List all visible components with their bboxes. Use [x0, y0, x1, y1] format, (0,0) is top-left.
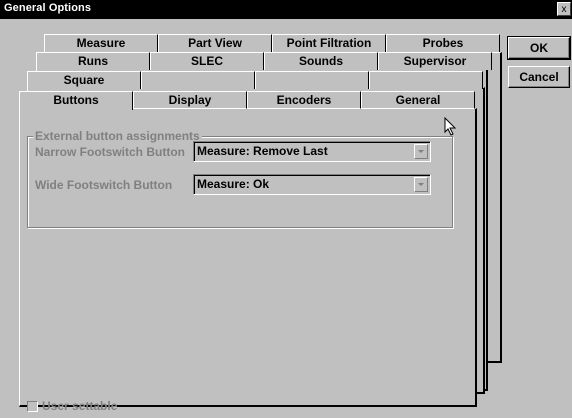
narrow-footswitch-value: Measure: Remove Last [197, 144, 328, 158]
tab-blank-3[interactable] [369, 71, 483, 89]
window-title: General Options [4, 2, 92, 14]
close-button[interactable]: x [557, 2, 571, 16]
tab-supervisor[interactable]: Supervisor [378, 52, 492, 70]
tab-blank-1[interactable] [141, 71, 255, 89]
tab-square[interactable]: Square [27, 71, 141, 89]
user-settable-label[interactable]: User settable [42, 399, 117, 413]
group-legend: External button assignments [33, 129, 202, 143]
user-settable-checkbox[interactable] [27, 401, 38, 412]
wide-footswitch-dropdown[interactable]: Measure: Ok [193, 174, 431, 195]
wide-footswitch-value: Measure: Ok [197, 177, 270, 191]
tab-blank-2[interactable] [255, 71, 369, 89]
tab-slec[interactable]: SLEC [150, 52, 264, 70]
dialog-body: Measure Part View Point Filtration Probe… [0, 19, 572, 418]
tab-probes[interactable]: Probes [386, 34, 500, 52]
tab-runs[interactable]: Runs [36, 52, 150, 70]
tab-display[interactable]: Display [133, 91, 247, 109]
tab-buttons[interactable]: Buttons [19, 91, 133, 110]
chevron-down-icon[interactable] [414, 177, 428, 192]
mouse-pointer-icon [444, 117, 457, 136]
tab-part-view[interactable]: Part View [158, 34, 272, 52]
tab-point-filtration[interactable]: Point Filtration [272, 34, 386, 52]
tab-encoders[interactable]: Encoders [247, 91, 361, 109]
chevron-down-icon[interactable] [414, 144, 428, 159]
tab-measure[interactable]: Measure [44, 34, 158, 52]
tab-sounds[interactable]: Sounds [264, 52, 378, 70]
wide-footswitch-label: Wide Footswitch Button [35, 178, 173, 192]
tab-general[interactable]: General [361, 91, 475, 109]
title-bar: General Options x [0, 0, 572, 19]
cancel-button[interactable]: Cancel [508, 66, 570, 88]
narrow-footswitch-label: Narrow Footswitch Button [35, 145, 185, 159]
ok-button[interactable]: OK [507, 36, 571, 60]
narrow-footswitch-dropdown[interactable]: Measure: Remove Last [193, 141, 431, 162]
